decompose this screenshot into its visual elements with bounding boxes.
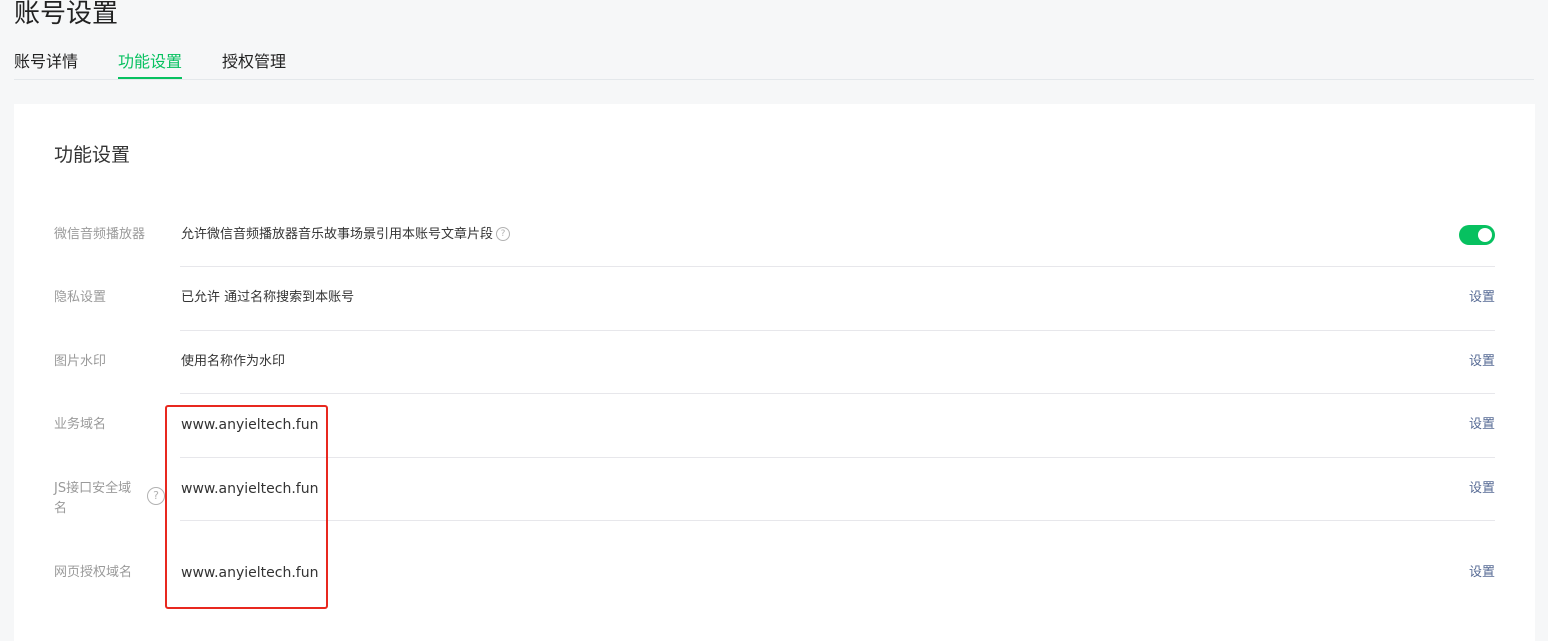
tab-feature-settings[interactable]: 功能设置 (118, 50, 183, 79)
audio-player-toggle[interactable] (1459, 225, 1495, 245)
page-title: 账号设置 (14, 0, 119, 29)
help-icon[interactable]: ? (496, 226, 511, 241)
help-icon[interactable]: ? (147, 487, 165, 505)
row-label-line2: 名 (54, 501, 68, 516)
js-domain-settings-link[interactable]: 设置 (1469, 479, 1495, 499)
row-label: 隐私设置 (54, 290, 107, 305)
row-value: 已允许 通过名称搜索到本账号 (181, 290, 355, 305)
business-domain-settings-link[interactable]: 设置 (1469, 415, 1495, 435)
tab-account-details[interactable]: 账号详情 (14, 50, 78, 79)
row-label: 网页授权域名 (54, 565, 133, 580)
annotation-highlight-box (165, 405, 328, 609)
row-label: 微信音频播放器 (54, 227, 146, 242)
row-divider (180, 330, 1495, 331)
privacy-settings-link[interactable]: 设置 (1469, 288, 1495, 308)
row-label-line1: JS接口安全域 (54, 481, 132, 496)
row-divider (180, 393, 1495, 394)
row-value: 使用名称作为水印 (181, 354, 286, 369)
tab-authorization-management[interactable]: 授权管理 (222, 50, 286, 79)
row-label: 业务域名 (54, 417, 107, 432)
row-divider (180, 457, 1495, 458)
row-label: JS接口安全域 名 (54, 479, 144, 519)
row-value: 允许微信音频播放器音乐故事场景引用本账号文章片段? (181, 225, 511, 245)
row-label: 图片水印 (54, 354, 107, 369)
web-auth-domain-settings-link[interactable]: 设置 (1469, 563, 1495, 583)
row-divider (180, 520, 1495, 521)
tab-bar: 账号详情 功能设置 授权管理 (14, 50, 1534, 80)
row-value-text: 允许微信音频播放器音乐故事场景引用本账号文章片段 (181, 227, 494, 242)
toggle-knob (1478, 228, 1492, 242)
row-divider (180, 266, 1495, 267)
section-title: 功能设置 (54, 144, 131, 166)
watermark-settings-link[interactable]: 设置 (1469, 352, 1495, 372)
